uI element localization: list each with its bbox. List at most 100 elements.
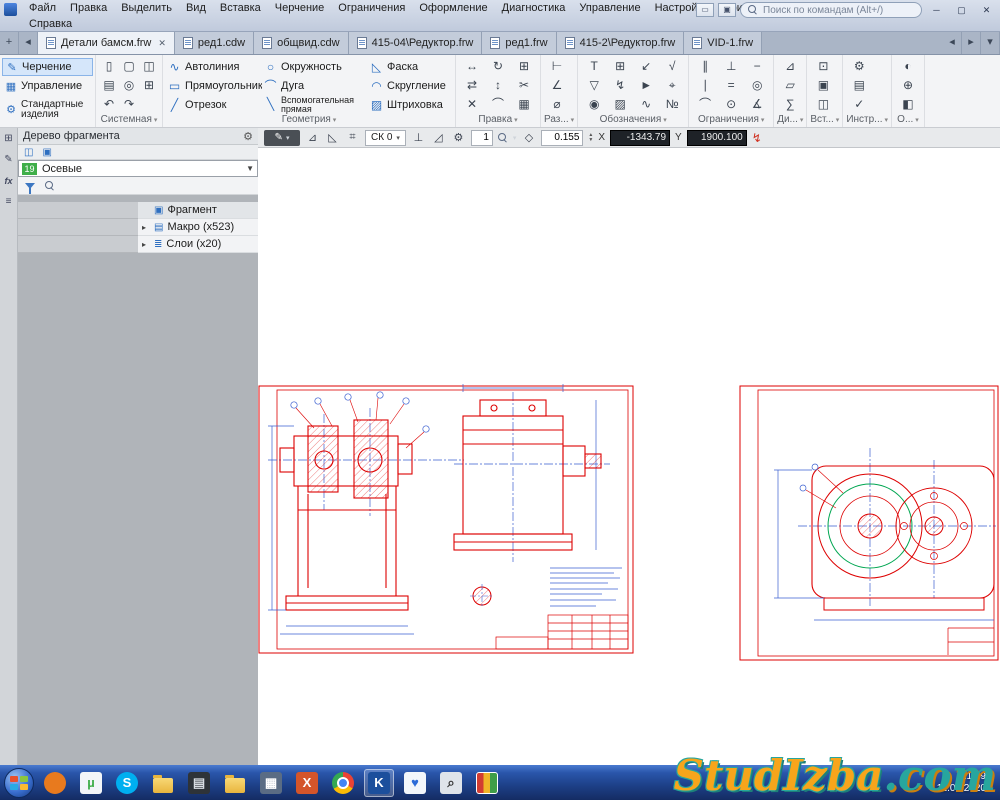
copy-icon[interactable]: ⊞ xyxy=(511,57,537,76)
document-tab[interactable]: 415-04\Редуктор.frw xyxy=(349,32,483,54)
tree-item[interactable]: ▸▤Макро (x523) xyxy=(18,219,258,236)
open-document-icon[interactable]: ▢ xyxy=(119,57,139,76)
corner-snap-icon[interactable]: ◿ xyxy=(431,131,446,144)
sheet-2[interactable] xyxy=(740,386,998,660)
coordinate-system-select[interactable]: СК 0▾ xyxy=(365,130,406,146)
close-button[interactable]: ✕ xyxy=(976,3,997,18)
menu-item[interactable]: Файл xyxy=(22,0,63,17)
document-tab[interactable]: общвид.cdw xyxy=(254,32,349,54)
menu-item[interactable]: Управление xyxy=(572,0,647,17)
library-icon[interactable] xyxy=(472,769,502,797)
scale-input[interactable] xyxy=(471,130,493,146)
trim-icon[interactable]: ✂ xyxy=(511,76,537,95)
half-view-icon[interactable]: ◧ xyxy=(895,95,921,114)
menu-item[interactable]: Черчение xyxy=(268,0,332,17)
ribbon-section-label[interactable]: Системная xyxy=(99,114,159,127)
ribbon-section-label[interactable]: Инстр... xyxy=(846,114,888,127)
current-command-button[interactable]: ✎▾ xyxy=(264,130,300,146)
document-tab[interactable]: ред1.cdw xyxy=(175,32,254,54)
measure-icon[interactable]: ⊿ xyxy=(777,57,803,76)
calculator-icon[interactable]: ▦ xyxy=(256,769,286,797)
spinner-down-icon[interactable]: ▼ xyxy=(588,138,593,143)
datum-icon[interactable]: ▽ xyxy=(581,76,607,95)
menu-item[interactable]: Выделить xyxy=(114,0,179,17)
tree-item[interactable]: ▸≣Слои (x20) xyxy=(18,236,258,253)
array-icon[interactable]: ▦ xyxy=(511,95,537,114)
drawing-area[interactable] xyxy=(258,148,1000,765)
tab-scroll-left2-icon[interactable]: ◂ xyxy=(943,32,962,54)
parallel-icon[interactable]: ∥ xyxy=(692,57,718,76)
mode-management-button[interactable]: ▦Управление xyxy=(2,77,93,95)
menu-item[interactable]: Ограничения xyxy=(331,0,412,17)
add-icon[interactable]: ⊕ xyxy=(895,76,921,95)
arc-tool[interactable]: ⌒Дуга xyxy=(262,76,368,95)
scale-icon[interactable]: ↕ xyxy=(485,76,511,95)
tree-toggle-icon[interactable]: ⊞ xyxy=(2,132,16,146)
diameter-dimension-icon[interactable]: ⌀ xyxy=(544,95,570,114)
undo-icon[interactable]: ↶ xyxy=(99,95,119,114)
move-icon[interactable]: ↔ xyxy=(459,57,485,76)
vertical-icon[interactable]: ∣ xyxy=(692,76,718,95)
image-icon[interactable]: ▣ xyxy=(42,147,51,158)
gear-icon[interactable]: ⚙ xyxy=(243,130,253,143)
angular-dimension-icon[interactable]: ∠ xyxy=(544,76,570,95)
window-layout-icon[interactable]: ▭ xyxy=(696,3,714,17)
utorrent-icon[interactable]: µ xyxy=(76,769,106,797)
rotate-icon[interactable]: ↻ xyxy=(485,57,511,76)
tools-icon[interactable]: ⚙ xyxy=(846,57,872,76)
menu-item[interactable]: Вставка xyxy=(213,0,268,17)
insert-picture-icon[interactable]: ▣ xyxy=(810,76,836,95)
menu-item[interactable]: Вид xyxy=(179,0,213,17)
concentric-icon[interactable]: ◎ xyxy=(744,76,770,95)
zoom-icon[interactable] xyxy=(498,133,508,143)
tab-menu-icon[interactable]: ▾ xyxy=(981,32,1000,54)
area-icon[interactable]: ▱ xyxy=(777,76,803,95)
menu-item[interactable]: Диагностика xyxy=(495,0,573,17)
tangent-icon[interactable]: ⌒ xyxy=(692,95,718,114)
close-tab-icon[interactable]: ✕ xyxy=(158,38,166,49)
ribbon-section-label[interactable]: Ди... xyxy=(777,114,803,127)
tab-scroll-right-icon[interactable]: ▸ xyxy=(962,32,981,54)
centerline-icon[interactable]: ⌖ xyxy=(659,76,685,95)
step-input[interactable] xyxy=(541,130,583,146)
search-app-icon[interactable]: ⌕ xyxy=(436,769,466,797)
save-icon[interactable]: ◫ xyxy=(139,57,159,76)
insert-view-icon[interactable]: ◫ xyxy=(810,95,836,114)
section-line-icon[interactable]: ↯ xyxy=(607,76,633,95)
rectangle-tool[interactable]: ▭Прямоугольник xyxy=(166,76,262,95)
check-icon[interactable]: ✓ xyxy=(846,95,872,114)
maximize-button[interactable]: ▢ xyxy=(951,3,972,18)
fix-icon[interactable]: ⊙ xyxy=(718,95,744,114)
x-coordinate-input[interactable] xyxy=(610,130,670,146)
perpendicular-icon[interactable]: ⊥ xyxy=(718,57,744,76)
mirror-icon[interactable]: ⇄ xyxy=(459,76,485,95)
fx-panel-icon[interactable]: fx xyxy=(2,174,16,188)
expand-arrow-icon[interactable]: ▸ xyxy=(142,240,150,249)
insert-fragment-icon[interactable]: ⊡ xyxy=(810,57,836,76)
fillet-edit-icon[interactable]: ⌒ xyxy=(485,95,511,114)
ribbon-section-label[interactable]: Раз... xyxy=(544,114,574,127)
minimize-button[interactable]: ─ xyxy=(926,3,947,18)
document-tab[interactable]: VID-1.frw xyxy=(684,32,762,54)
command-search[interactable] xyxy=(740,2,922,18)
chamfer-tool[interactable]: ◺Фаска xyxy=(368,57,452,76)
drawing-canvas[interactable] xyxy=(258,148,1000,765)
ortho-snap-icon[interactable]: ◺ xyxy=(325,131,340,144)
window-cascade-icon[interactable]: ▣ xyxy=(718,3,736,17)
document-tab[interactable]: Детали бамсм.frw✕ xyxy=(38,32,175,54)
new-document-icon[interactable]: ▯ xyxy=(99,57,119,76)
folder-icon[interactable] xyxy=(148,769,178,797)
filter-icon[interactable] xyxy=(25,183,35,189)
menu-item[interactable]: Оформление xyxy=(412,0,494,17)
view-arrow-icon[interactable]: ► xyxy=(633,76,659,95)
heart-app-icon[interactable]: ♥ xyxy=(400,769,430,797)
horizontal-icon[interactable]: − xyxy=(744,57,770,76)
ribbon-section-label[interactable]: Геометрия xyxy=(166,114,452,127)
marker-icon[interactable]: ◉ xyxy=(581,95,607,114)
search-input[interactable] xyxy=(763,5,913,16)
menu-item[interactable]: Правка xyxy=(63,0,114,17)
autoline-tool[interactable]: ∿Автолиния xyxy=(166,57,262,76)
number-icon[interactable]: № xyxy=(659,95,685,114)
ribbon-section-label[interactable]: Вст... xyxy=(810,114,839,127)
delete-icon[interactable]: ✕ xyxy=(459,95,485,114)
